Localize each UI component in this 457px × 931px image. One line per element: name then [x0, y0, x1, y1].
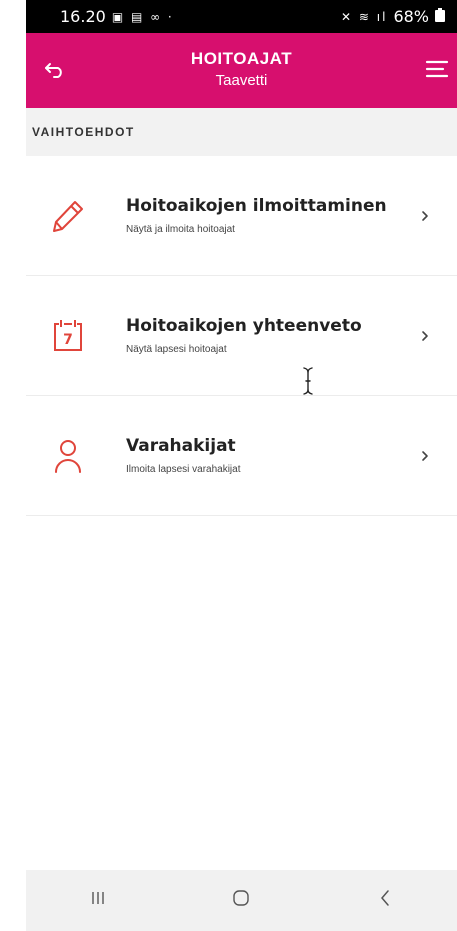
section-label: VAIHTOEHDOT [32, 125, 135, 139]
option-report-times[interactable]: Hoitoaikojen ilmoittaminen Näytä ja ilmo… [26, 156, 457, 276]
pencil-icon [48, 196, 88, 236]
option-title: Varahakijat [126, 436, 236, 456]
calendar-day-number: 7 [63, 332, 73, 348]
options-list: Hoitoaikojen ilmoittaminen Näytä ja ilmo… [26, 156, 457, 516]
header-titles: HOITOAJAT Taavetti [26, 49, 457, 89]
option-subtitle: Näytä lapsesi hoitoajat [126, 344, 227, 355]
back-nav-button[interactable] [365, 881, 405, 921]
recent-apps-button[interactable] [78, 881, 118, 921]
screen: 16.20 ▣ ▤ ∞ · ✕ ≋ ıl 68% HOITOAJAT Taave… [0, 0, 457, 931]
page-subtitle: Taavetti [215, 72, 268, 89]
recent-apps-icon [90, 890, 106, 911]
app-header: HOITOAJAT Taavetti [26, 33, 457, 108]
chevron-right-icon [417, 206, 433, 226]
status-time: 16.20 [60, 7, 106, 26]
section-header: VAIHTOEHDOT [26, 108, 457, 156]
option-text: Hoitoaikojen yhteenveto Näytä lapsesi ho… [126, 316, 362, 355]
signal-icons: ✕ ≋ ıl [341, 9, 388, 24]
option-text: Hoitoaikojen ilmoittaminen Näytä ja ilmo… [126, 196, 387, 235]
status-left: 16.20 ▣ ▤ ∞ · [60, 7, 174, 26]
system-nav-bar [26, 870, 457, 931]
text-cursor-icon [302, 367, 314, 400]
menu-button[interactable] [421, 55, 453, 87]
option-subtitle: Näytä ja ilmoita hoitoajat [126, 224, 235, 235]
back-chevron-icon [379, 889, 391, 912]
notification-icons: ▣ ▤ ∞ · [111, 9, 174, 24]
option-summary[interactable]: 7 Hoitoaikojen yhteenveto Näytä lapsesi … [26, 276, 457, 396]
battery-icon [435, 7, 445, 26]
person-icon [48, 436, 88, 476]
option-backup-pickups[interactable]: Varahakijat Ilmoita lapsesi varahakijat [26, 396, 457, 516]
battery-level: 68% [393, 7, 429, 26]
option-title: Hoitoaikojen yhteenveto [126, 316, 362, 336]
page-title: HOITOAJAT [190, 49, 293, 68]
home-button[interactable] [221, 881, 261, 921]
home-icon [231, 888, 251, 913]
option-title: Hoitoaikojen ilmoittaminen [126, 196, 387, 216]
option-subtitle: Ilmoita lapsesi varahakijat [126, 464, 241, 475]
option-text: Varahakijat Ilmoita lapsesi varahakijat [126, 436, 241, 475]
chevron-right-icon [417, 446, 433, 466]
status-right: ✕ ≋ ıl 68% [341, 7, 445, 26]
status-bar: 16.20 ▣ ▤ ∞ · ✕ ≋ ıl 68% [26, 0, 457, 33]
hamburger-menu-icon [425, 60, 449, 83]
calendar-icon: 7 [48, 316, 88, 356]
chevron-right-icon [417, 326, 433, 346]
